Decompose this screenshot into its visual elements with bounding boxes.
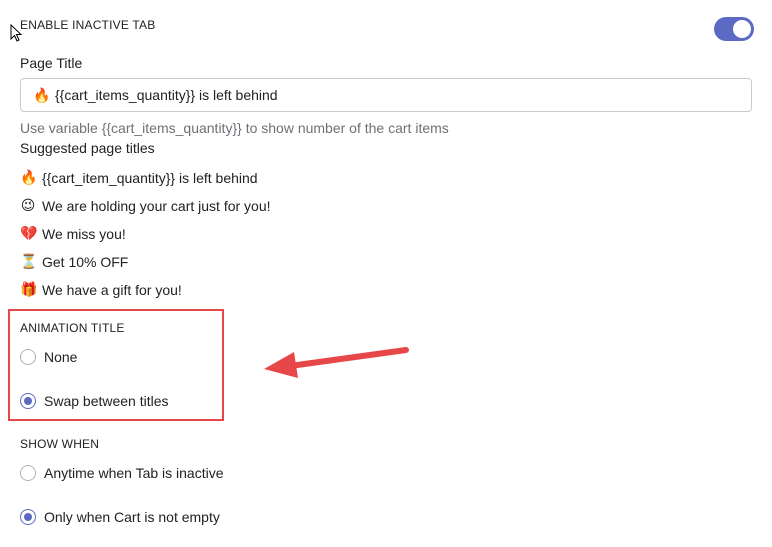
radio-button-selected[interactable] bbox=[20, 509, 36, 525]
radio-label: Swap between titles bbox=[44, 393, 169, 409]
suggested-title-item[interactable]: 😉 We are holding your cart just for you! bbox=[20, 197, 271, 214]
page-title-input-value: {{cart_items_quantity}} is left behind bbox=[55, 87, 278, 103]
suggested-title-text: We have a gift for you! bbox=[42, 281, 182, 298]
radio-button[interactable] bbox=[20, 349, 36, 365]
suggested-title-text: Get 10% OFF bbox=[42, 253, 129, 270]
page-title-label: Page Title bbox=[20, 55, 83, 71]
suggested-title-item[interactable]: 🎁 We have a gift for you! bbox=[20, 281, 182, 298]
radio-label: Anytime when Tab is inactive bbox=[44, 465, 224, 481]
toggle-knob bbox=[733, 20, 751, 38]
gift-icon: 🎁 bbox=[20, 281, 38, 297]
enable-inactive-tab-heading: ENABLE INACTIVE TAB bbox=[20, 18, 156, 32]
winking-face-icon: 😉 bbox=[20, 197, 36, 213]
suggested-title-text: {{cart_item_quantity}} is left behind bbox=[42, 169, 258, 186]
radio-button-selected[interactable] bbox=[20, 393, 36, 409]
suggested-title-item[interactable]: 🔥 {{cart_item_quantity}} is left behind bbox=[20, 169, 258, 186]
hourglass-icon: ⏳ bbox=[20, 253, 38, 269]
suggested-title-item[interactable]: 💔 We miss you! bbox=[20, 225, 126, 242]
fire-icon: 🔥 bbox=[33, 86, 51, 103]
show-when-option-anytime[interactable]: Anytime when Tab is inactive bbox=[20, 465, 224, 481]
suggested-page-titles-heading: Suggested page titles bbox=[20, 140, 155, 156]
animation-title-heading: ANIMATION TITLE bbox=[20, 321, 125, 335]
suggested-title-item[interactable]: ⏳ Get 10% OFF bbox=[20, 253, 128, 270]
radio-label: Only when Cart is not empty bbox=[44, 509, 220, 525]
broken-heart-icon: 💔 bbox=[20, 225, 38, 241]
page-title-input[interactable]: 🔥 {{cart_items_quantity}} is left behind bbox=[20, 78, 752, 112]
radio-label: None bbox=[44, 349, 78, 365]
page-title-help-text: Use variable {{cart_items_quantity}} to … bbox=[20, 120, 449, 136]
radio-button[interactable] bbox=[20, 465, 36, 481]
show-when-heading: SHOW WHEN bbox=[20, 437, 100, 451]
show-when-option-cart-not-empty[interactable]: Only when Cart is not empty bbox=[20, 509, 220, 525]
animation-option-none[interactable]: None bbox=[20, 349, 77, 365]
enable-inactive-tab-toggle[interactable] bbox=[714, 17, 754, 41]
suggested-title-text: We miss you! bbox=[42, 225, 126, 242]
animation-option-swap-between-titles[interactable]: Swap between titles bbox=[20, 393, 169, 409]
annotation-arrow-icon bbox=[264, 347, 409, 378]
suggested-title-text: We are holding your cart just for you! bbox=[42, 197, 271, 214]
fire-icon: 🔥 bbox=[20, 169, 38, 185]
